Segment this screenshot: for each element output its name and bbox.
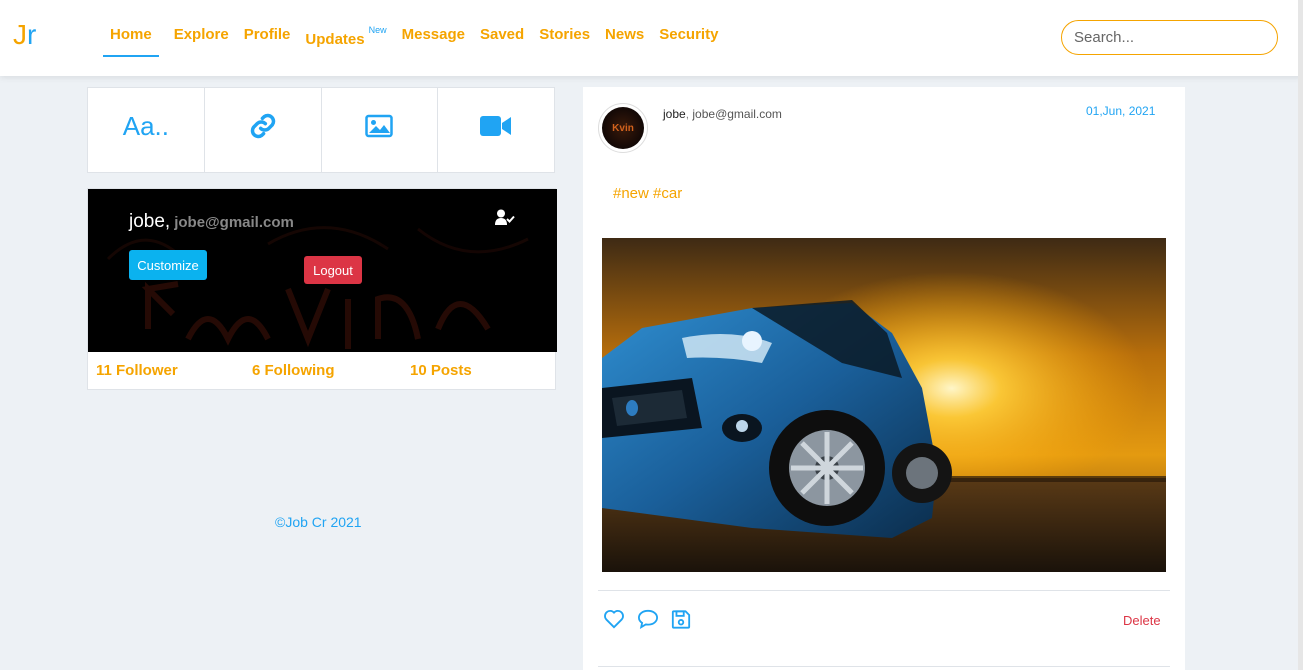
post-image[interactable] (602, 238, 1166, 572)
comment-button[interactable] (637, 609, 659, 630)
car-sunset-image (602, 238, 1166, 572)
post-avatar[interactable]: Kvin (598, 103, 648, 153)
copyright-text: ©Job Cr 2021 (275, 514, 362, 530)
customize-button[interactable]: Customize (129, 250, 207, 280)
post-date: 01,Jun, 2021 (1086, 104, 1156, 118)
post-tags[interactable]: #new #car (613, 185, 682, 202)
video-icon (480, 116, 512, 136)
video-post-button[interactable] (438, 88, 554, 172)
search-input[interactable] (1061, 20, 1278, 55)
post-composer: Aa.. (87, 87, 555, 173)
nav-profile[interactable]: Profile (244, 24, 291, 46)
post-card: Kvin jobe, jobe@gmail.com 01,Jun, 2021 #… (583, 87, 1185, 670)
post-username[interactable]: jobe (663, 107, 686, 121)
top-navbar: Jr Home Explore Profile UpdatesNew Messa… (0, 0, 1303, 76)
post-separator: , (685, 107, 690, 121)
link-icon (250, 113, 275, 139)
profile-card: jobe, jobe@gmail.com Customize Logout 11 … (87, 188, 557, 390)
nav-security[interactable]: Security (659, 24, 718, 46)
profile-banner: jobe, jobe@gmail.com Customize Logout (88, 189, 557, 352)
nav-home[interactable]: Home (103, 24, 159, 57)
logout-button[interactable]: Logout (304, 256, 362, 284)
like-button[interactable] (603, 609, 625, 630)
comment-icon (637, 609, 659, 629)
avatar-image: Kvin (602, 107, 644, 149)
save-button[interactable] (671, 609, 691, 630)
nav-news[interactable]: News (605, 24, 644, 46)
nav-message[interactable]: Message (402, 24, 465, 46)
main-nav: Home Explore Profile UpdatesNew Message … (103, 24, 733, 57)
image-post-button[interactable] (322, 88, 439, 172)
link-post-button[interactable] (205, 88, 322, 172)
user-check-icon[interactable] (495, 209, 515, 226)
profile-email: jobe@gmail.com (174, 214, 294, 231)
followers-count[interactable]: 11 Follower (96, 362, 178, 379)
posts-count[interactable]: 10 Posts (410, 362, 472, 379)
following-count[interactable]: 6 Following (252, 362, 335, 379)
post-email: jobe@gmail.com (692, 107, 782, 121)
text-post-button[interactable]: Aa.. (88, 88, 205, 172)
heart-icon (604, 610, 624, 629)
post-author: jobe, jobe@gmail.com (663, 107, 782, 121)
post-divider-top (598, 590, 1170, 591)
nav-updates[interactable]: UpdatesNew (305, 24, 386, 51)
image-icon (365, 114, 394, 138)
delete-post-button[interactable]: Delete (1123, 613, 1161, 628)
post-divider-bottom (598, 666, 1170, 667)
profile-stats: 11 Follower 6 Following 10 Posts (88, 352, 555, 390)
profile-name: jobe, jobe@gmail.com (129, 211, 294, 232)
text-post-label: Aa.. (122, 110, 169, 141)
post-actions (603, 609, 691, 630)
nav-explore[interactable]: Explore (174, 24, 229, 46)
scrollbar[interactable] (1298, 0, 1303, 670)
save-icon (671, 610, 691, 629)
nav-updates-label: Updates (305, 31, 365, 48)
nav-stories[interactable]: Stories (539, 24, 590, 46)
brand-logo[interactable]: Jr (13, 18, 36, 52)
new-badge: New (368, 25, 387, 35)
nav-saved[interactable]: Saved (480, 24, 524, 46)
